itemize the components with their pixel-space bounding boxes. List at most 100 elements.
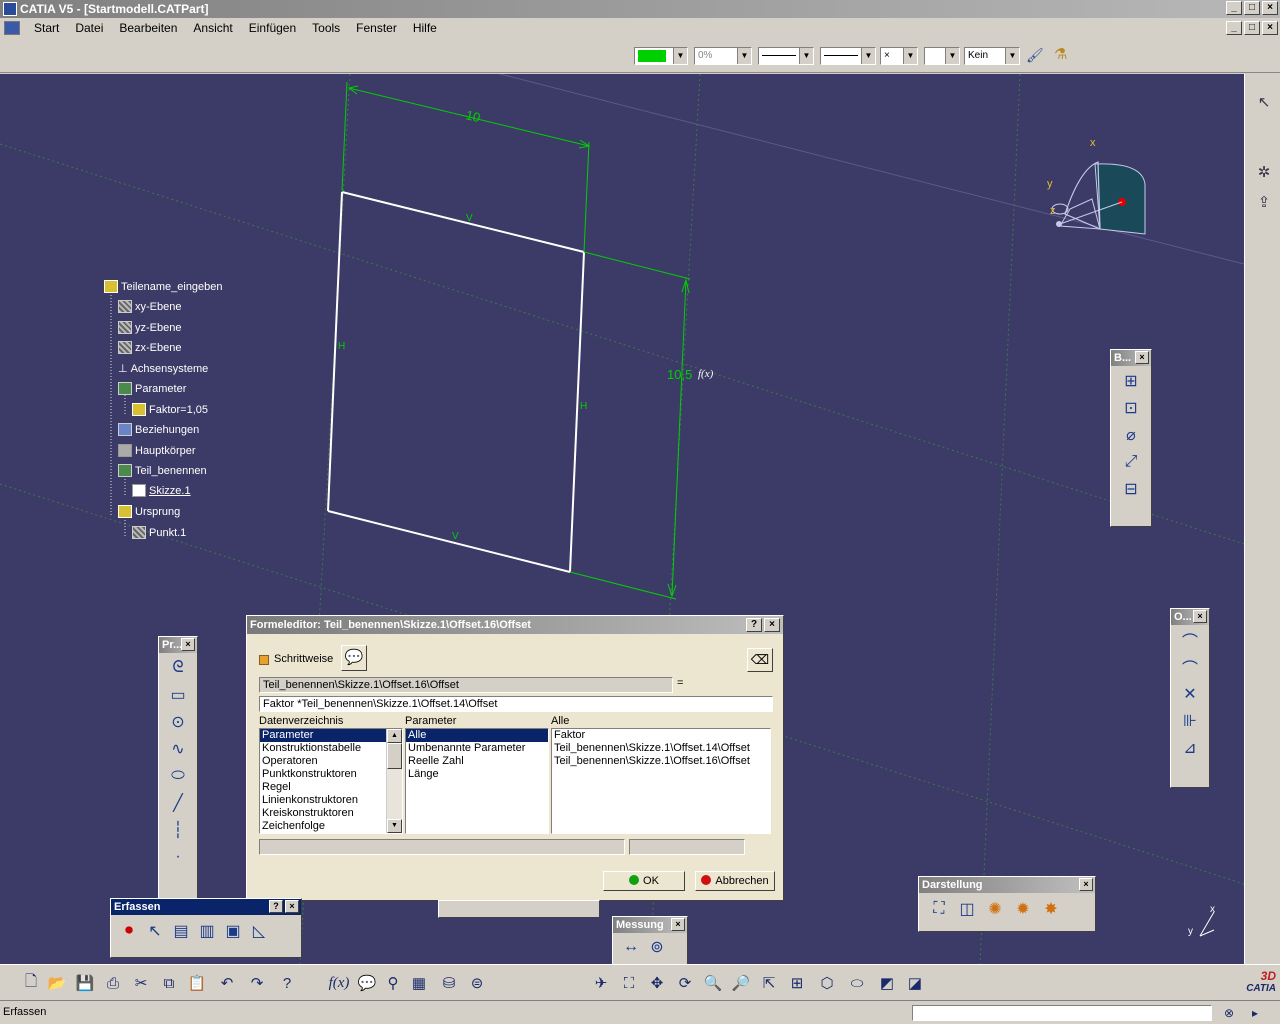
line-icon[interactable]: ╱ xyxy=(166,791,190,815)
doc-minimize-button[interactable]: _ xyxy=(1226,21,1242,35)
document-icon[interactable] xyxy=(4,21,20,35)
menu-fenster[interactable]: Fenster xyxy=(348,19,405,37)
list-item[interactable]: Reelle Zahl xyxy=(406,755,548,768)
menu-bearbeiten[interactable]: Bearbeiten xyxy=(111,19,185,37)
linewidth-combo[interactable]: ▼ xyxy=(820,47,876,65)
shading-icon[interactable]: ⬭ xyxy=(846,973,868,993)
list-item[interactable]: Regel xyxy=(260,781,402,794)
maximize-button[interactable]: □ xyxy=(1244,1,1260,15)
trim-icon[interactable]: ✕ xyxy=(1178,682,1202,706)
panel-o-close-button[interactable]: × xyxy=(1193,610,1207,623)
list-item[interactable]: Linienkonstruktoren xyxy=(260,794,402,807)
rotate-icon[interactable]: ⟳ xyxy=(674,973,696,993)
list-item[interactable]: Zeichenfolge xyxy=(260,820,402,833)
scroll-up-icon[interactable]: ▲ xyxy=(387,729,402,743)
erfassen-help-button[interactable]: ? xyxy=(269,900,283,913)
list-item[interactable]: Parameter xyxy=(260,729,402,742)
fly-mode-icon[interactable]: ✈ xyxy=(590,973,612,993)
doc-restore-button[interactable]: □ xyxy=(1244,21,1260,35)
color-combo[interactable]: ▼ xyxy=(634,47,688,65)
tree-item-main-body[interactable]: Hauptkörper xyxy=(118,444,196,457)
iso-view-icon[interactable]: ⬡ xyxy=(816,973,838,993)
ellipse-icon[interactable]: ⬭ xyxy=(166,764,190,788)
layer-combo[interactable]: Kein ▼ xyxy=(964,47,1020,65)
scroll-down-icon[interactable]: ▼ xyxy=(387,819,402,833)
menu-ansicht[interactable]: Ansicht xyxy=(185,19,240,37)
corner-icon[interactable]: ⌒ xyxy=(1178,628,1202,652)
whats-this-icon[interactable]: ? xyxy=(276,973,298,993)
scroll-thumb[interactable] xyxy=(387,743,402,769)
select-icon[interactable]: ↖ xyxy=(143,919,167,943)
tree-item-sketch[interactable]: Skizze.1 xyxy=(132,484,191,497)
painter-icon[interactable]: 🖌 xyxy=(1026,47,1044,64)
measure-inertia-icon[interactable]: ⊚ xyxy=(645,935,669,959)
messung-close-button[interactable]: × xyxy=(671,918,685,931)
cut-icon[interactable]: ✂ xyxy=(130,973,152,993)
list-item[interactable]: Faktor xyxy=(552,729,770,742)
dialog-help-button[interactable]: ? xyxy=(746,618,762,632)
circle-icon[interactable]: ⊙ xyxy=(166,710,190,734)
environment-icon[interactable]: ✹ xyxy=(1011,897,1035,921)
normal-view-icon[interactable]: ⇱ xyxy=(758,973,780,993)
paste-icon[interactable]: 📋 xyxy=(186,973,208,993)
parameter-types-list[interactable]: Alle Umbenannte Parameter Reelle Zahl Lä… xyxy=(405,728,549,834)
constraint-vertical-top[interactable]: V xyxy=(466,213,473,224)
tree-item-axis-systems[interactable]: ⊥ Achsensysteme xyxy=(118,362,208,376)
tree-item-yz-plane[interactable]: yz-Ebene xyxy=(118,321,181,334)
comment-icon[interactable]: 💬 xyxy=(356,973,378,993)
tree-item-zx-plane[interactable]: zx-Ebene xyxy=(118,341,181,354)
panel-b-close-button[interactable]: × xyxy=(1135,351,1149,364)
erfassen-close-button[interactable]: × xyxy=(285,900,299,913)
record-icon[interactable]: ⏺ xyxy=(117,919,141,943)
menu-tools[interactable]: Tools xyxy=(304,19,348,37)
power-input[interactable] xyxy=(912,1005,1212,1021)
menu-start[interactable]: Start xyxy=(26,19,67,37)
menu-hilfe[interactable]: Hilfe xyxy=(405,19,445,37)
save-icon[interactable]: 💾 xyxy=(74,973,96,993)
select-arrow-icon[interactable]: ↖ xyxy=(1253,92,1275,112)
render-cube-icon[interactable]: ◫ xyxy=(955,897,979,921)
fix-icon[interactable]: ⌀ xyxy=(1119,423,1143,447)
rectangle-icon[interactable]: ▭ xyxy=(166,683,190,707)
minimize-button[interactable]: _ xyxy=(1226,1,1242,15)
chamfer-icon[interactable]: ⌒ xyxy=(1178,655,1202,679)
go-icon[interactable]: ▸ xyxy=(1244,1003,1266,1023)
linetype-combo[interactable]: ▼ xyxy=(758,47,814,65)
list-item[interactable]: Kreiskonstruktoren xyxy=(260,807,402,820)
shooting-icon[interactable]: ✸ xyxy=(1039,897,1063,921)
pan-icon[interactable]: ✥ xyxy=(646,973,668,993)
darstellung-close-button[interactable]: × xyxy=(1079,878,1093,891)
new-icon[interactable]: 🗋 xyxy=(20,973,42,993)
constraint-horizontal-right[interactable]: H xyxy=(580,401,587,412)
sketch-tools-icon[interactable]: ✲ xyxy=(1253,162,1275,182)
list-item[interactable]: Operatoren xyxy=(260,755,402,768)
zoom-out-icon[interactable]: 🔎 xyxy=(730,973,752,993)
list-item[interactable]: Punktkonstruktoren xyxy=(260,768,402,781)
options-icon[interactable]: ▤ xyxy=(169,919,193,943)
edit-multi-constraint-icon[interactable]: ⊟ xyxy=(1119,477,1143,501)
close-button[interactable]: × xyxy=(1262,1,1278,15)
compass-icon[interactable]: x y z xyxy=(1047,137,1146,235)
album-icon[interactable]: ▥ xyxy=(195,919,219,943)
tree-item-point[interactable]: Punkt.1 xyxy=(132,526,186,539)
dictionary-icon[interactable]: 💬 xyxy=(341,645,367,671)
eraser-icon[interactable]: ⌫ xyxy=(747,648,773,672)
dimensions[interactable] xyxy=(341,81,691,600)
members-list[interactable]: Faktor Teil_benennen\Skizze.1\Offset.14\… xyxy=(551,728,771,834)
formula-input[interactable]: Faktor *Teil_benennen\Skizze.1\Offset.14… xyxy=(259,696,773,712)
menu-einfuegen[interactable]: Einfügen xyxy=(241,19,304,37)
measure-between-icon[interactable]: ↔ xyxy=(619,935,643,959)
tree-root[interactable]: Teilename_eingeben xyxy=(104,280,223,293)
catalog-icon[interactable]: ⛁ xyxy=(438,973,460,993)
tree-item-parameters[interactable]: Parameter xyxy=(118,382,186,395)
project-icon[interactable]: ⊿ xyxy=(1178,736,1202,760)
sketch-profile[interactable] xyxy=(327,191,585,573)
redo-icon[interactable]: ↷ xyxy=(246,973,268,993)
cancel-button[interactable]: Abbrechen xyxy=(695,871,775,891)
tree-item-geometric-set[interactable]: Teil_benennen xyxy=(118,464,207,477)
spline-icon[interactable]: ∿ xyxy=(166,737,190,761)
undo-icon[interactable]: ↶ xyxy=(216,973,238,993)
zoom-in-icon[interactable]: 🔍 xyxy=(702,973,724,993)
list-item[interactable]: Umbenannte Parameter xyxy=(406,742,548,755)
chart-icon[interactable]: ◺ xyxy=(247,919,271,943)
